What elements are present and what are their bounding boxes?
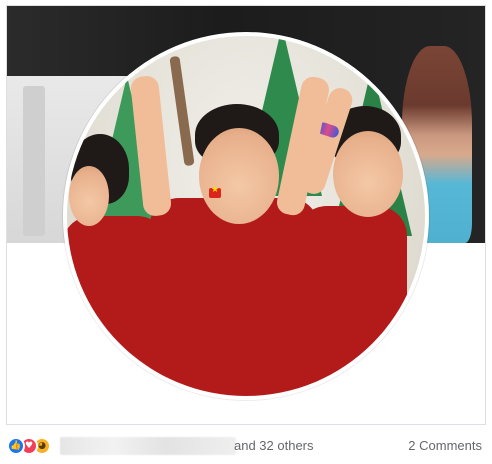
blurred-reactor-names: [60, 437, 236, 455]
reactions-count-text[interactable]: and 32 others: [234, 438, 314, 453]
profile-picture[interactable]: [63, 32, 429, 400]
child-center-face: [199, 128, 279, 224]
post-footer: 👍 ♥ ◕ and 32 others 2 Comments: [0, 429, 492, 464]
child-left-face: [69, 166, 109, 226]
comments-link[interactable]: 2 Comments: [408, 438, 482, 453]
child-center-body: [149, 198, 319, 396]
flag-sticker-icon: [209, 185, 221, 198]
child-right-face: [333, 131, 403, 217]
tree-trunk: [169, 55, 195, 167]
post-card: [6, 5, 486, 425]
like-icon: 👍: [7, 437, 25, 455]
